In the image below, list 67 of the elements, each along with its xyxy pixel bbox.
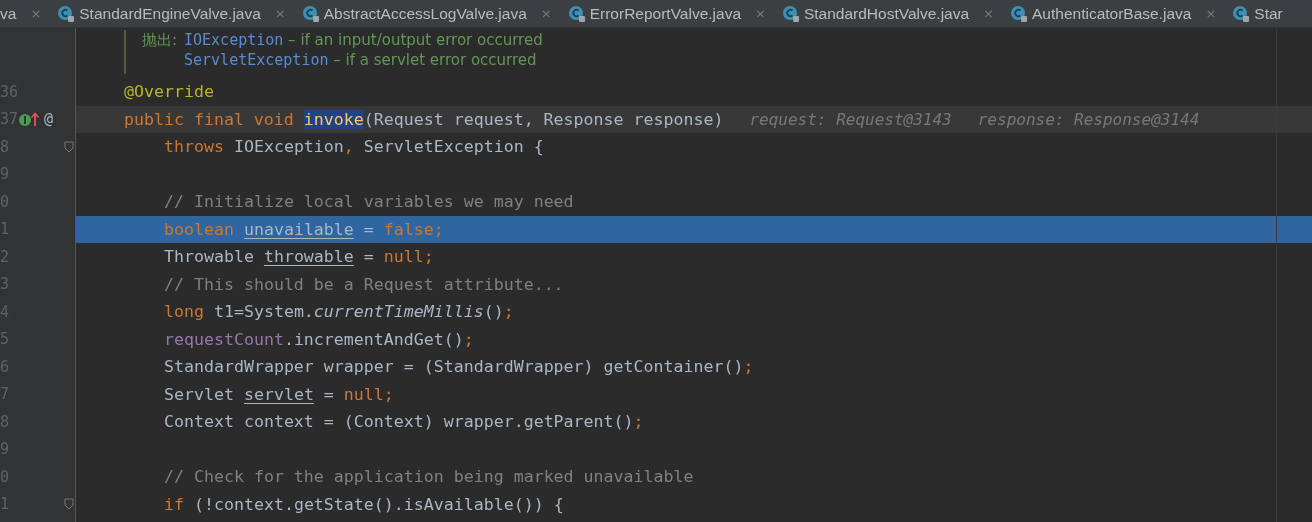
close-icon[interactable]: × xyxy=(1205,6,1217,21)
code-text: null; xyxy=(383,247,434,267)
code-text: , xyxy=(343,137,355,157)
code-text: = xyxy=(362,247,375,267)
doc-label: 抛出: xyxy=(142,30,179,50)
code-comment: // Initialize local variables we may need xyxy=(164,192,574,212)
inline-hint: request: Request@3143 xyxy=(749,109,952,129)
tab[interactable]: AbstractAccessLogValve.java xyxy=(323,4,527,23)
code-text: ; xyxy=(633,412,644,432)
code-text: currentTimeMillis xyxy=(313,302,484,322)
close-icon[interactable]: × xyxy=(274,6,286,21)
class-icon xyxy=(567,4,586,23)
code-text: @Override xyxy=(124,82,214,102)
class-icon xyxy=(57,4,76,23)
code-text: t1=System. xyxy=(213,302,314,322)
tab[interactable]: ErrorReportValve.java xyxy=(589,4,742,23)
tab[interactable]: StandardEngineValve.java xyxy=(79,4,261,23)
tab[interactable]: Star xyxy=(1254,4,1283,23)
code-text: = xyxy=(322,384,335,404)
tab[interactable]: va xyxy=(0,4,17,23)
doc-text: – if an input/output error occurred xyxy=(287,31,543,49)
tab[interactable]: AuthenticatorBase.java xyxy=(1032,4,1192,23)
code-text: false; xyxy=(383,219,444,239)
code-text: throwable xyxy=(263,247,354,267)
code-text: long xyxy=(164,302,205,322)
code-text: throws xyxy=(164,137,225,157)
close-icon[interactable]: × xyxy=(30,6,42,21)
code-comment: // Check for the application being marked unavailable xyxy=(164,467,694,487)
code-text: servlet xyxy=(243,384,314,404)
fold-icon[interactable] xyxy=(64,498,74,511)
doc-link[interactable]: ServletException xyxy=(184,51,329,69)
code-text: Servlet xyxy=(164,384,235,404)
code-text: unavailable xyxy=(243,219,354,239)
doc-link[interactable]: IOException xyxy=(184,31,284,49)
code-text: public final void xyxy=(124,109,295,129)
class-icon xyxy=(1232,4,1251,23)
code-text: (!context.getState().isAvailable()) { xyxy=(194,494,564,514)
code-text: StandardWrapper wrapper = (StandardWrapper) getContainer() xyxy=(164,357,744,377)
code-text: ; xyxy=(503,302,514,322)
code-comment: // This should be a Request attribute... xyxy=(164,274,564,294)
class-icon xyxy=(1010,4,1028,23)
close-icon[interactable]: × xyxy=(540,6,552,21)
tab[interactable]: StandardHostValve.java xyxy=(803,4,970,23)
fold-icon[interactable] xyxy=(64,140,74,153)
inline-hint: response: Response@3144 xyxy=(977,109,1200,129)
code-text: IOException xyxy=(233,137,344,157)
code-text: () xyxy=(483,302,504,322)
override-icon[interactable] xyxy=(18,110,40,129)
doc-text: – if a servlet error occurred xyxy=(332,51,537,69)
code-text: ; xyxy=(743,357,754,377)
code-text: ; xyxy=(463,329,474,349)
code-text: ServletException { xyxy=(363,137,544,157)
code-text: (Request request, Response response) xyxy=(363,109,724,129)
code-text: null; xyxy=(343,384,394,404)
code-text: boolean xyxy=(164,219,235,239)
selected-code: invoke xyxy=(303,109,364,129)
code-text: .incrementAndGet() xyxy=(283,329,464,349)
code-text: Context context = (Context) wrapper.getParent() xyxy=(164,412,634,432)
close-icon[interactable]: × xyxy=(983,6,994,21)
code-text: if xyxy=(164,494,185,514)
code-text: = xyxy=(362,219,375,239)
class-icon xyxy=(781,4,800,23)
annotation-marker: @ xyxy=(44,110,54,129)
code-text: requestCount xyxy=(164,329,284,349)
class-icon xyxy=(301,4,320,23)
close-icon[interactable]: × xyxy=(755,6,766,21)
code-text: Throwable xyxy=(164,247,255,267)
